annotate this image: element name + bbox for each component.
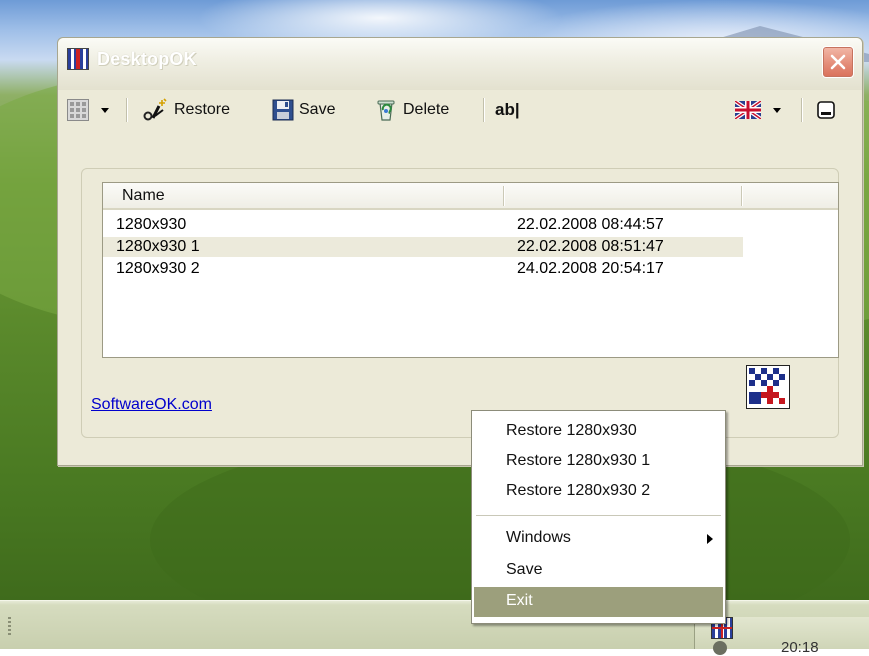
chevron-down-icon xyxy=(101,107,109,113)
profiles-list[interactable]: Name 1280x930 22.02.2008 08:44:57 1280x9… xyxy=(102,182,839,358)
taskbar: 20:18 xyxy=(0,600,869,656)
layout-dropdown-button[interactable] xyxy=(67,90,109,130)
close-icon xyxy=(830,54,846,70)
window-title: DesktopOK xyxy=(97,49,197,69)
row-name: 1280x930 1 xyxy=(116,238,200,255)
menu-item-exit[interactable]: Exit xyxy=(474,587,723,617)
tray-icon[interactable] xyxy=(713,641,727,655)
table-row[interactable]: 1280x930 1 22.02.2008 08:51:47 xyxy=(103,237,743,257)
rename-label: ab| xyxy=(495,100,520,119)
menu-item-restore-2[interactable]: Restore 1280x930 1 xyxy=(474,447,723,477)
tray-context-menu: Restore 1280x930 Restore 1280x930 1 Rest… xyxy=(471,410,726,624)
row-name: 1280x930 2 xyxy=(116,260,200,277)
uk-flag-icon xyxy=(735,101,761,119)
menu-item-save[interactable]: Save xyxy=(474,556,723,586)
rename-button[interactable]: ab| xyxy=(495,90,520,130)
submenu-arrow-icon xyxy=(707,534,713,544)
toolbar: Restore Save Delete ab| xyxy=(58,90,862,130)
menu-item-windows[interactable]: Windows xyxy=(474,524,723,554)
column-header-name[interactable]: Name xyxy=(122,187,165,205)
softwareok-link[interactable]: SoftwareOK.com xyxy=(91,396,212,414)
title-bar[interactable]: DesktopOK xyxy=(58,38,862,90)
delete-button[interactable]: Delete xyxy=(374,90,449,130)
menu-item-label: Restore 1280x930 xyxy=(506,422,637,439)
language-dropdown-button[interactable] xyxy=(735,90,781,130)
desktopok-app-icon xyxy=(67,48,89,70)
row-date: 22.02.2008 08:44:57 xyxy=(517,216,664,233)
menu-item-label: Restore 1280x930 1 xyxy=(506,452,651,469)
delete-label: Delete xyxy=(403,101,450,118)
desktopok-window: DesktopOK Restore Save Delete ab| Name 1… xyxy=(57,37,863,466)
table-row[interactable]: 1280x930 22.02.2008 08:44:57 xyxy=(103,215,743,235)
layout-grid-icon xyxy=(67,99,89,121)
floppy-save-icon xyxy=(272,99,294,121)
list-header: Name xyxy=(103,183,838,210)
taskbar-grip[interactable] xyxy=(8,617,11,637)
recycle-delete-icon xyxy=(377,100,395,121)
minimize-to-tray-button[interactable] xyxy=(817,90,835,130)
row-date: 22.02.2008 08:51:47 xyxy=(517,238,664,255)
save-label: Save xyxy=(299,101,336,118)
close-button[interactable] xyxy=(822,46,854,78)
minimize-to-tray-icon xyxy=(817,101,835,119)
table-row[interactable]: 1280x930 2 24.02.2008 20:54:17 xyxy=(103,259,743,279)
menu-item-label: Save xyxy=(506,561,543,578)
menu-item-label: Exit xyxy=(506,592,533,609)
menu-item-label: Restore 1280x930 2 xyxy=(506,482,651,499)
desktopok-logo xyxy=(746,365,790,409)
menu-item-restore-3[interactable]: Restore 1280x930 2 xyxy=(474,477,723,507)
menu-item-restore-1[interactable]: Restore 1280x930 xyxy=(474,417,723,447)
save-button[interactable]: Save xyxy=(272,90,335,130)
menu-separator xyxy=(476,515,721,516)
chevron-down-icon xyxy=(773,107,781,113)
restore-wand-icon xyxy=(143,98,167,121)
row-name: 1280x930 xyxy=(116,216,187,233)
restore-label: Restore xyxy=(174,101,231,118)
row-date: 24.02.2008 20:54:17 xyxy=(517,260,664,277)
restore-button[interactable]: Restore xyxy=(143,90,230,130)
menu-item-label: Windows xyxy=(506,529,571,546)
